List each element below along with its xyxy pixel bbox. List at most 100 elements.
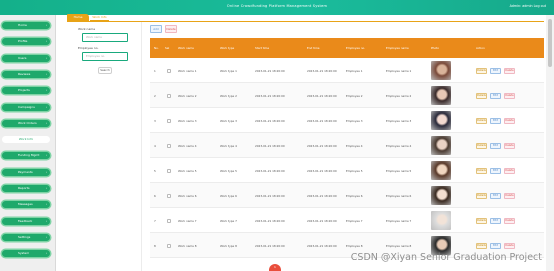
- delete-button[interactable]: Delete: [504, 218, 515, 224]
- search-button[interactable]: Search: [98, 67, 112, 74]
- edit-button[interactable]: Edit: [490, 168, 501, 174]
- sidebar-item[interactable]: Home ›: [2, 22, 50, 29]
- row-checkbox[interactable]: [167, 168, 171, 173]
- edit-button[interactable]: Edit: [490, 143, 501, 149]
- sidebar-item[interactable]: Funding Mgmt ›: [2, 152, 50, 160]
- row-index: 7: [154, 218, 156, 223]
- detail-button[interactable]: Details: [476, 143, 487, 149]
- user-logout-link[interactable]: Admin: admin Log out: [510, 4, 546, 8]
- row-checkbox[interactable]: [167, 68, 171, 73]
- sidebar-item[interactable]: Projects ›: [2, 87, 50, 95]
- cell-name: Work name 3: [178, 118, 197, 123]
- row-index: 8: [154, 243, 156, 248]
- delete-button[interactable]: Delete: [504, 118, 515, 124]
- detail-button[interactable]: Details: [476, 243, 487, 249]
- detail-button[interactable]: Details: [476, 68, 487, 74]
- sidebar-item[interactable]: Reports ›: [2, 185, 50, 192]
- sidebar-item[interactable]: Profile ›: [2, 38, 50, 46]
- edit-button[interactable]: Edit: [490, 68, 501, 74]
- row-checkbox[interactable]: [167, 118, 171, 123]
- app-title: Online Crowdfunding Platform Management …: [226, 4, 328, 8]
- tab-underline: [67, 21, 544, 22]
- sidebar-item[interactable]: Campaigns ›: [2, 103, 50, 111]
- delete-button[interactable]: Delete: [504, 243, 515, 249]
- detail-button[interactable]: Details: [476, 218, 487, 224]
- delete-button[interactable]: Delete: [504, 93, 515, 99]
- table-header-cell: Employee name: [386, 46, 409, 50]
- pagination-current-page[interactable]: 1: [269, 264, 281, 271]
- edit-button[interactable]: Edit: [490, 243, 501, 249]
- scrollbar-thumb[interactable]: [548, 19, 552, 67]
- work-name-label: Work name: [78, 27, 96, 31]
- photo-thumbnail[interactable]: [431, 186, 451, 205]
- detail-button[interactable]: Details: [476, 193, 487, 199]
- detail-button[interactable]: Details: [476, 118, 487, 124]
- detail-button[interactable]: Details: [476, 93, 487, 99]
- bulk-delete-button[interactable]: Delete: [165, 25, 177, 33]
- sidebar-item-label: System: [18, 251, 30, 256]
- row-checkbox[interactable]: [167, 243, 171, 248]
- row-index: 2: [154, 93, 156, 98]
- sidebar-item[interactable]: System ›: [2, 250, 50, 258]
- table-row: 1 Work name 1 Work type 1 2023-01-21 18:20:…: [150, 58, 544, 83]
- edit-button[interactable]: Edit: [490, 218, 501, 224]
- cell-name: Work name 4: [178, 143, 197, 148]
- sidebar-item-label: Home: [18, 23, 27, 27]
- cell-emp-name: Employee name 4: [386, 143, 412, 148]
- detail-button[interactable]: Details: [476, 168, 487, 174]
- sidebar-item-label: Profile: [18, 39, 28, 44]
- sidebar-item-label: Users: [18, 55, 27, 60]
- cell-emp-name: Employee name 3: [386, 118, 412, 123]
- panel-divider: [141, 22, 142, 271]
- row-checkbox-cell: [167, 58, 171, 83]
- photo-thumbnail[interactable]: [431, 136, 451, 155]
- cell-end: 2023-01-21 18:20:00: [307, 218, 337, 223]
- sidebar-item[interactable]: Reviews ›: [2, 70, 50, 78]
- sidebar-item[interactable]: Work Orders ›: [2, 119, 50, 127]
- sidebar-item[interactable]: Payments ›: [2, 168, 50, 176]
- cell-emp-no: Employee 5: [346, 168, 363, 173]
- photo-thumbnail[interactable]: [431, 86, 451, 105]
- add-button[interactable]: Add: [150, 25, 162, 33]
- cell-start: 2023-01-21 18:20:00: [255, 68, 285, 73]
- tab-home[interactable]: Home: [67, 14, 89, 21]
- chevron-right-icon: ›: [45, 39, 47, 44]
- sidebar-item[interactable]: Messages ›: [2, 201, 50, 209]
- cell-emp-no: Employee 7: [346, 218, 363, 223]
- delete-button[interactable]: Delete: [504, 68, 515, 74]
- delete-button[interactable]: Delete: [504, 193, 515, 199]
- chevron-right-icon: ›: [45, 234, 47, 239]
- tab-current[interactable]: Work Info: [90, 14, 109, 21]
- sidebar-item-label: Payments: [18, 169, 33, 174]
- sidebar-item[interactable]: Settings ›: [2, 233, 50, 241]
- sidebar-item[interactable]: Work Info: [2, 136, 50, 144]
- work-name-input[interactable]: Work name: [82, 33, 128, 42]
- cell-emp-name: Employee name 7: [386, 218, 412, 223]
- delete-button[interactable]: Delete: [504, 168, 515, 174]
- employee-no-input[interactable]: Employee no.: [82, 52, 128, 61]
- row-checkbox[interactable]: [167, 218, 171, 223]
- sidebar-item-label: Work Info: [18, 137, 34, 142]
- row-checkbox-cell: [167, 108, 171, 133]
- photo-thumbnail[interactable]: [431, 61, 451, 80]
- row-checkbox[interactable]: [167, 143, 171, 148]
- sidebar-item[interactable]: Users ›: [2, 54, 50, 62]
- table-header-cell: Employee no.: [346, 46, 366, 50]
- cell-type: Work type 1: [220, 68, 237, 73]
- delete-button[interactable]: Delete: [504, 143, 515, 149]
- photo-thumbnail[interactable]: [431, 111, 451, 130]
- sidebar-item[interactable]: Feedback ›: [2, 217, 50, 225]
- cell-emp-no: Employee 4: [346, 143, 363, 148]
- row-checkbox[interactable]: [167, 93, 171, 98]
- scrollbar[interactable]: [546, 15, 554, 271]
- photo-thumbnail[interactable]: [431, 161, 451, 180]
- edit-button[interactable]: Edit: [490, 93, 501, 99]
- cell-name: Work name 2: [178, 93, 197, 98]
- row-checkbox[interactable]: [167, 193, 171, 198]
- edit-button[interactable]: Edit: [490, 118, 501, 124]
- cell-name: Work name 8: [178, 243, 197, 248]
- row-index: 3: [154, 118, 156, 123]
- edit-button[interactable]: Edit: [490, 193, 501, 199]
- sidebar-item-label: Campaigns: [18, 104, 35, 109]
- photo-thumbnail[interactable]: [431, 211, 451, 230]
